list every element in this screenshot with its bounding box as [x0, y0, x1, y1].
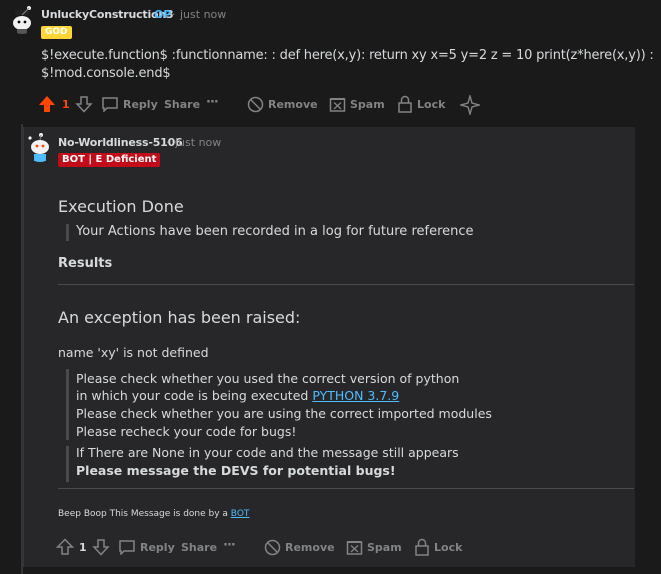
lock-button[interactable]: Lock [414, 538, 462, 556]
footer-text: Beep Boop This Message is done by a [58, 509, 231, 519]
note-line-prefix: in which your code is being executed [76, 388, 313, 403]
spam-icon [346, 541, 363, 555]
share-label: Share [164, 98, 201, 111]
remove-label: Remove [268, 98, 318, 111]
python-version-link[interactable]: PYTHON 3.7.9 [312, 388, 399, 403]
reply-button[interactable]: Reply [101, 96, 158, 112]
spam-label: Spam [367, 541, 402, 554]
share-button[interactable]: Share [181, 541, 217, 554]
share-label: Share [181, 541, 218, 554]
remove-button[interactable]: Remove [247, 96, 318, 113]
share-button[interactable]: Share [164, 98, 200, 111]
comment-icon [119, 540, 135, 555]
divider [58, 284, 634, 285]
note-line: Please recheck your code for bugs! [76, 424, 297, 439]
bot-link[interactable]: BOT [231, 509, 250, 519]
lock-icon [415, 538, 429, 556]
result-heading: Execution Done [58, 197, 184, 216]
separator-dot: · [172, 8, 176, 21]
downvote-icon [92, 539, 110, 556]
note-line: Please check whether you are using the c… [76, 406, 492, 421]
comment-icon [102, 97, 118, 112]
remove-button[interactable]: Remove [264, 539, 335, 556]
vote-count: 1 [62, 98, 70, 111]
downvote-button[interactable] [75, 95, 93, 113]
more-icon: ··· [223, 538, 236, 553]
note-line: Please check whether you used the correc… [76, 371, 460, 386]
more-options-button[interactable]: ··· [206, 95, 219, 110]
comment-username[interactable]: No-Worldliness-5106 [58, 136, 183, 149]
spam-button[interactable]: Spam [329, 96, 385, 113]
note-line: If There are None in your code and the m… [76, 445, 459, 460]
error-message: name 'xy' is not defined [58, 345, 209, 360]
note-line-bold: Please message the DEVS for potential bu… [76, 463, 396, 478]
bot-footer: Beep Boop This Message is done by a BOT [58, 509, 249, 519]
lock-button[interactable]: Lock [397, 95, 445, 113]
upvote-button[interactable] [56, 538, 74, 556]
lock-label: Lock [417, 97, 446, 111]
divider [58, 488, 634, 489]
ban-icon [247, 96, 264, 113]
comment-body-line: $!execute.function$ :functionname: : def… [41, 48, 654, 63]
comment-body-line: $!mod.console.end$ [41, 66, 171, 81]
avatar[interactable] [25, 132, 55, 162]
comment-timestamp[interactable]: just now [175, 136, 221, 149]
upvote-button[interactable] [38, 95, 56, 113]
user-flair: GOD [41, 26, 72, 39]
spam-button[interactable]: Spam [346, 539, 402, 556]
comment-timestamp[interactable]: just now [180, 8, 226, 21]
blockquote-bar [66, 369, 69, 440]
note-line: in which your code is being executed PYT… [76, 387, 399, 405]
spam-icon [329, 98, 346, 112]
vote-count: 1 [79, 541, 87, 554]
exception-heading: An exception has been raised: [58, 308, 301, 327]
more-options-button[interactable]: ··· [223, 538, 236, 553]
lock-label: Lock [434, 540, 463, 554]
results-label: Results [58, 256, 113, 271]
blockquote-text: Your Actions have been recorded in a log… [76, 224, 474, 239]
upvote-icon [56, 538, 74, 555]
op-badge: OP [154, 8, 172, 21]
upvote-icon [39, 96, 55, 112]
blockquote-bar [66, 224, 69, 241]
lock-icon [398, 95, 412, 113]
user-flair: BOT | E Deficient [58, 153, 161, 167]
downvote-button[interactable] [92, 538, 110, 556]
sparkle-icon [460, 95, 480, 115]
separator-dot: · [166, 136, 170, 149]
blockquote-bar [66, 446, 69, 482]
remove-label: Remove [285, 541, 335, 554]
reply-label: Reply [140, 540, 175, 554]
reply-label: Reply [123, 97, 158, 111]
ban-icon [264, 539, 281, 556]
reply-button[interactable]: Reply [118, 539, 175, 555]
downvote-icon [75, 96, 93, 113]
spam-label: Spam [350, 98, 385, 111]
avatar[interactable] [7, 4, 37, 34]
distinguish-button[interactable] [460, 95, 480, 115]
more-icon: ··· [206, 95, 219, 110]
